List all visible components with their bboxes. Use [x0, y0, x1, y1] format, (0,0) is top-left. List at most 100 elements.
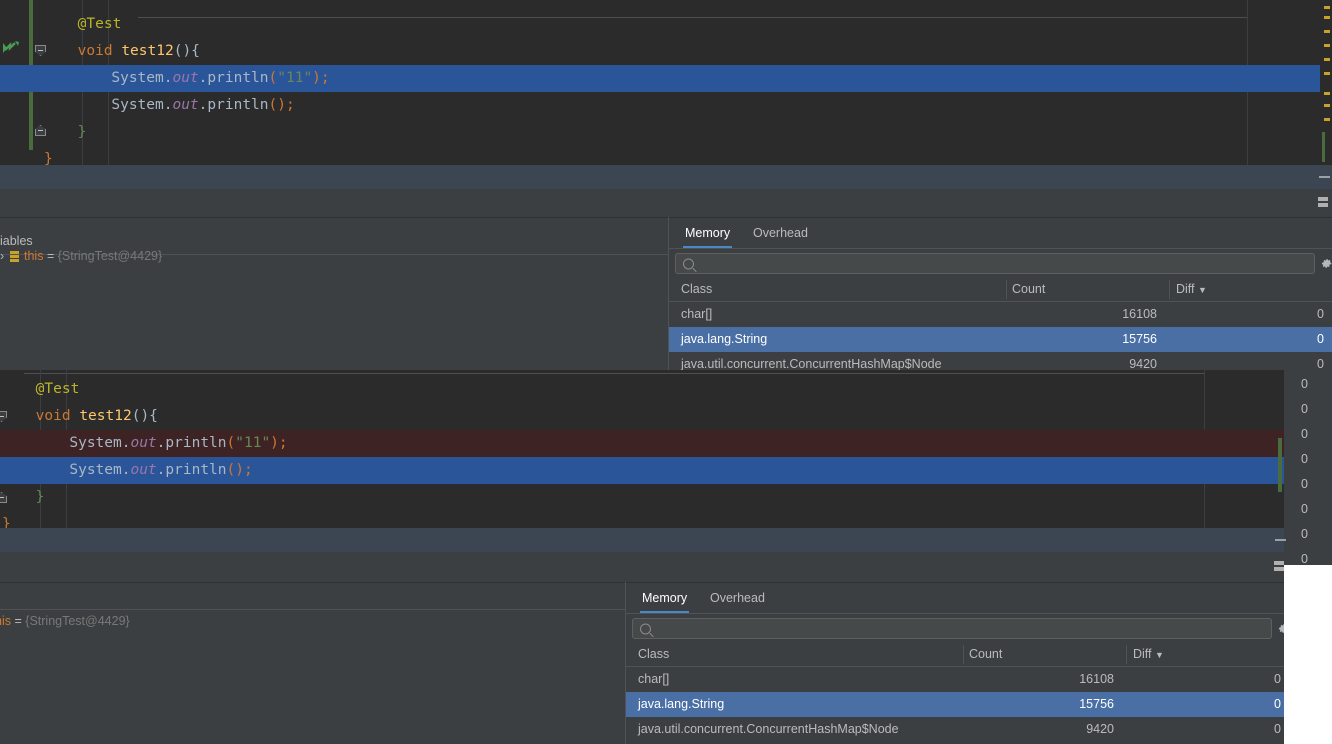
code-token: "11" [235, 435, 271, 451]
table-row[interactable]: java.lang.String 15756 0 [669, 327, 1332, 352]
tab-memory-2[interactable]: Memory [640, 584, 690, 613]
code-token: .println [198, 70, 269, 86]
column-divider-2[interactable] [1126, 645, 1127, 664]
expander-icon[interactable]: › [0, 249, 10, 263]
scrollbar-marker[interactable] [1324, 92, 1330, 95]
cell-diff: 0 [1317, 307, 1324, 321]
code-token: void [77, 43, 122, 59]
table-row[interactable]: java.lang.String 15756 0 [626, 692, 1284, 717]
cell-count: 9420 [1086, 722, 1114, 736]
code-token: (){ [131, 408, 158, 424]
tab-overhead-label-2: Overhead [710, 591, 765, 605]
cell-diff: 0 [1274, 672, 1281, 686]
cell-diff-overflow: 0 [1301, 452, 1308, 466]
memory-search-input-2[interactable] [632, 618, 1272, 639]
tab-overhead-2[interactable]: Overhead [708, 584, 767, 613]
code-line[interactable]: void test12(){ [0, 38, 1332, 65]
layout-icon-2[interactable] [1274, 561, 1284, 572]
scrollbar-marker[interactable] [1324, 6, 1330, 9]
column-divider[interactable] [1006, 280, 1007, 299]
tab-overhead-label: Overhead [753, 226, 808, 240]
tabrow-divider-2 [626, 613, 1284, 614]
table-row[interactable]: java.util.concurrent.ConcurrentHashMap$N… [626, 717, 1284, 742]
code-line[interactable]: @Test [0, 376, 1284, 403]
cell-count: 15756 [1122, 332, 1157, 346]
column-count-2[interactable]: Count [969, 642, 1002, 667]
scrollbar-marker[interactable] [1324, 72, 1330, 75]
tab-memory-label-2: Memory [642, 591, 688, 605]
code-token: ; [243, 462, 253, 478]
memory-settings-gear-icon-1[interactable] [1320, 257, 1332, 270]
code-token: @Test [77, 16, 122, 32]
code-token: @Test [35, 381, 80, 397]
cell-class: java.util.concurrent.ConcurrentHashMap$N… [638, 722, 899, 736]
variables-tab-label[interactable]: iables [0, 234, 33, 248]
table-row[interactable]: char[] 16108 0 [626, 667, 1284, 692]
cell-diff-overflow: 0 [1301, 477, 1308, 491]
minimize-icon-2[interactable] [1275, 539, 1286, 541]
code-line[interactable]: System.out.println(); [0, 457, 1284, 484]
column-diff[interactable]: Diff ▼ [1176, 277, 1207, 302]
cell-class: char[] [681, 307, 713, 321]
code-line[interactable]: System.out.println("11"); [0, 430, 1284, 457]
field-icon [10, 251, 19, 262]
code-line[interactable]: @Test [0, 11, 1332, 38]
column-class-2[interactable]: Class [638, 642, 669, 667]
editor-marker-track[interactable] [1320, 0, 1332, 165]
code-line[interactable]: } [0, 511, 1284, 528]
sort-desc-icon: ▼ [1198, 285, 1207, 295]
code-line[interactable]: } [0, 119, 1332, 146]
minimize-icon[interactable] [1319, 176, 1330, 178]
code-token: ; [285, 97, 295, 113]
code-token: } [77, 124, 87, 140]
code-editor-top[interactable]: @Test void test12(){System.out.println("1… [0, 0, 1332, 165]
code-token: } [35, 489, 45, 505]
memory-table-header-2: Class Count Diff ▼ [626, 642, 1284, 667]
scrollbar-marker[interactable] [1324, 44, 1330, 47]
code-token: .println [156, 462, 227, 478]
tab-overhead[interactable]: Overhead [751, 219, 810, 248]
layout-icon[interactable] [1318, 197, 1328, 208]
cell-class: java.lang.String [638, 697, 725, 711]
variable-row-this[interactable]: › this = {StringTest@4429} [0, 249, 162, 263]
code-token: test12 [121, 43, 174, 59]
cell-diff: 0 [1317, 332, 1324, 346]
code-line[interactable]: System.out.println(); [0, 92, 1332, 119]
debug-window-subbar-1 [0, 189, 1332, 217]
cell-count: 16108 [1122, 307, 1157, 321]
column-class[interactable]: Class [681, 277, 712, 302]
tab-memory-label: Memory [685, 226, 731, 240]
code-editor-mid[interactable]: @Test void test12(){System.out.println("1… [0, 370, 1284, 528]
cell-count: 16108 [1079, 672, 1114, 686]
code-line[interactable]: } [0, 484, 1284, 511]
scrollbar-marker[interactable] [1324, 16, 1330, 19]
code-token: System. [69, 435, 131, 451]
cell-diff-overflow: 0 [1301, 402, 1308, 416]
table-row[interactable]: char[] 16108 0 [669, 302, 1332, 327]
scrollbar-marker[interactable] [1324, 30, 1330, 33]
tab-memory[interactable]: Memory [683, 219, 733, 248]
code-token: System. [111, 70, 173, 86]
variable-row-this-2[interactable]: his = {StringTest@4429} [0, 614, 130, 628]
scrollbar-marker[interactable] [1324, 104, 1330, 107]
code-token: out [172, 97, 199, 113]
cell-diff-overflow: 0 [1301, 427, 1308, 441]
divider-2 [0, 582, 1284, 583]
column-diff-2[interactable]: Diff ▼ [1133, 642, 1164, 667]
scrollbar-marker[interactable] [1324, 118, 1330, 121]
column-count[interactable]: Count [1012, 277, 1045, 302]
column-divider[interactable] [1169, 280, 1170, 299]
scrollbar-marker[interactable] [1324, 58, 1330, 61]
code-token: (){ [173, 43, 200, 59]
memory-search-input-1[interactable] [675, 253, 1315, 274]
code-token: .println [156, 435, 227, 451]
code-token: ( [268, 70, 278, 86]
code-line[interactable]: } [0, 146, 1332, 165]
column-diff-label: Diff [1176, 282, 1195, 296]
code-line[interactable]: void test12(){ [0, 403, 1284, 430]
vcs-modified-marker-mid [1278, 438, 1282, 492]
code-line[interactable]: System.out.println("11"); [0, 65, 1332, 92]
scrollbar-marker[interactable] [1322, 146, 1325, 162]
divider [0, 217, 1332, 218]
column-divider-2[interactable] [963, 645, 964, 664]
